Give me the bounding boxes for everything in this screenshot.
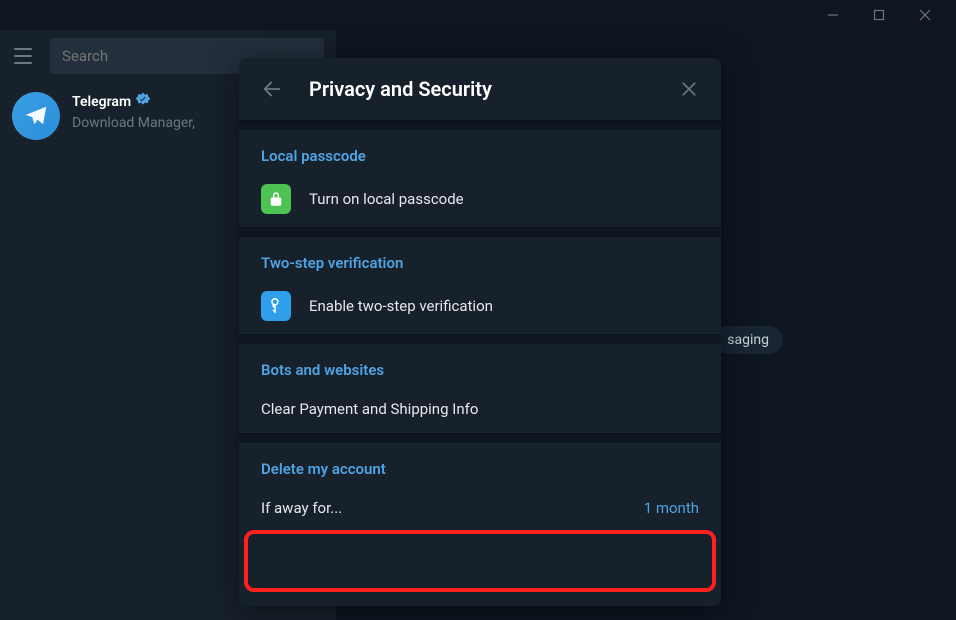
key-icon: [261, 291, 291, 321]
verified-icon: [135, 92, 151, 112]
row-label: Clear Payment and Shipping Info: [261, 400, 478, 418]
section-title: Bots and websites: [239, 344, 721, 385]
row-value: 1 month: [644, 499, 699, 517]
section-title: Two-step verification: [239, 237, 721, 278]
background-badge: saging: [713, 326, 783, 354]
maximize-button[interactable]: [856, 0, 902, 30]
section-local-passcode: Local passcode Turn on local passcode: [239, 130, 721, 227]
clear-payment-row[interactable]: Clear Payment and Shipping Info: [239, 385, 721, 433]
dialog-header: Privacy and Security: [239, 58, 721, 120]
section-delete-account: Delete my account If away for... 1 month: [239, 443, 721, 532]
section-two-step: Two-step verification Enable two-step ve…: [239, 237, 721, 334]
dialog-title: Privacy and Security: [309, 77, 653, 101]
window-titlebar: [0, 0, 956, 30]
section-bots: Bots and websites Clear Payment and Ship…: [239, 344, 721, 433]
chat-name-text: Telegram: [72, 94, 131, 110]
menu-button[interactable]: [12, 44, 36, 68]
minimize-button[interactable]: [810, 0, 856, 30]
arrow-left-icon: [261, 78, 283, 100]
if-away-for-row[interactable]: If away for... 1 month: [239, 484, 721, 532]
settings-dialog: Privacy and Security Local passcode Turn…: [239, 58, 721, 606]
enable-two-step-row[interactable]: Enable two-step verification: [239, 278, 721, 334]
back-button[interactable]: [261, 78, 283, 100]
section-title: Delete my account: [239, 443, 721, 484]
chat-avatar: [12, 92, 60, 140]
row-label: Enable two-step verification: [309, 297, 493, 315]
section-title: Local passcode: [239, 130, 721, 171]
turn-on-local-passcode-row[interactable]: Turn on local passcode: [239, 171, 721, 227]
telegram-icon: [23, 103, 49, 129]
row-label: If away for...: [261, 499, 342, 517]
close-window-button[interactable]: [902, 0, 948, 30]
row-label: Turn on local passcode: [309, 190, 464, 208]
close-dialog-button[interactable]: [679, 79, 699, 99]
lock-icon: [261, 184, 291, 214]
close-icon: [679, 79, 699, 99]
